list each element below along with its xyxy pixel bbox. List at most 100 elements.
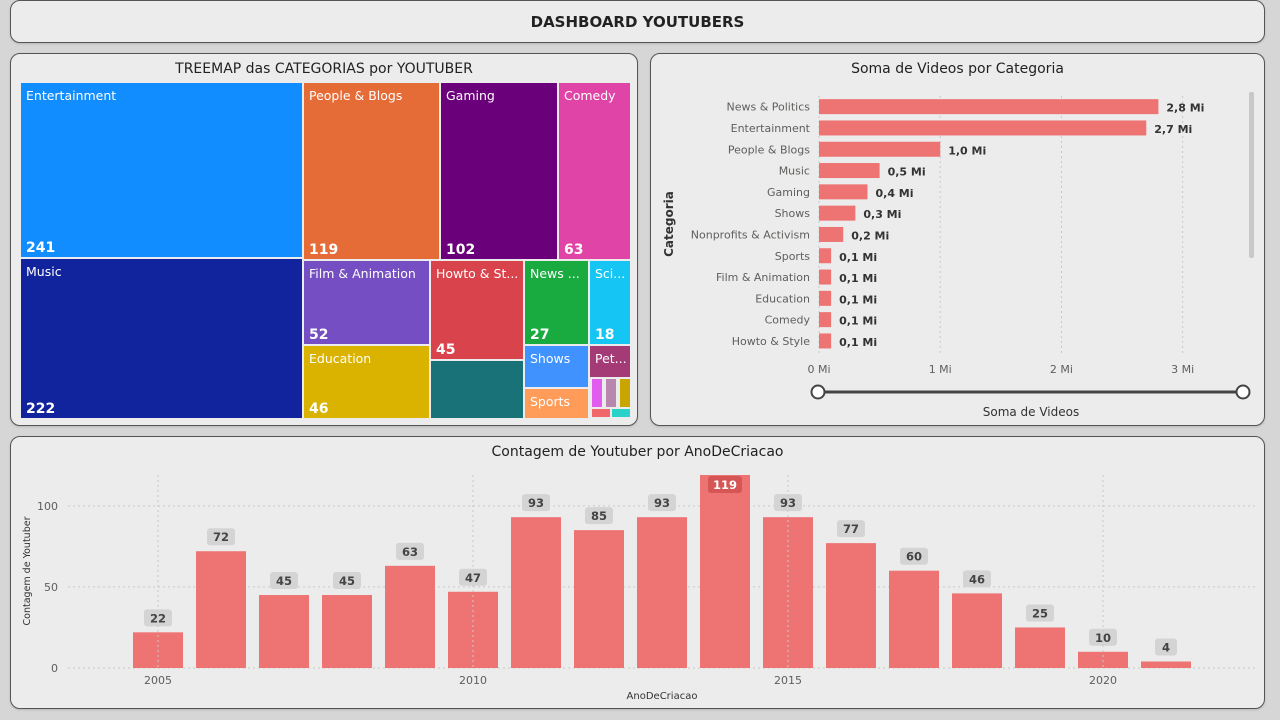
y-tick-label: 100 (37, 500, 58, 513)
x-axis-title: Soma de Videos (983, 405, 1080, 419)
treemap-tile-unlabeled[interactable] (430, 360, 524, 419)
treemap-tile-howto-st[interactable]: Howto & St... 45 (430, 260, 524, 360)
category-label: Education (755, 292, 810, 305)
column-2019[interactable] (1015, 627, 1065, 668)
data-label: 72 (213, 530, 229, 544)
bar-chart-svg[interactable]: 0 Mi 1 Mi 2 Mi 3 Mi News & Politics 2,8 Mi Ent… (651, 54, 1263, 424)
treemap-tile-small[interactable] (591, 408, 611, 418)
treemap-tile-small[interactable] (611, 408, 631, 418)
column-2018[interactable] (952, 593, 1002, 668)
treemap-tile-people-blogs[interactable]: People & Blogs 119 (303, 82, 440, 260)
column-2012[interactable] (574, 530, 624, 668)
column-2011[interactable] (511, 517, 561, 668)
column-2009[interactable] (385, 565, 435, 668)
treemap-tile-label: Howto & St... (436, 266, 519, 281)
treemap-tile-value: 63 (564, 242, 584, 258)
bar-nonprofits-activism[interactable] (819, 226, 844, 242)
x-tick-label: 2010 (459, 674, 487, 687)
category-label: Music (779, 165, 810, 178)
column-2016[interactable] (826, 543, 876, 668)
column-chart-svg[interactable]: 0 50 100 22 72 45 45 63 47 93 85 93 119 93 77 60 46 25 10 4… (11, 437, 1263, 707)
treemap-tile-news[interactable]: News ... 27 (524, 260, 589, 345)
bar-data-label: 0,1 Mi (839, 336, 877, 349)
bar-news-politics[interactable] (819, 99, 1159, 115)
bar-chart-panel[interactable]: Soma de Videos por Categoria 0 Mi 1 Mi 2 M… (650, 53, 1265, 426)
treemap-tile-sports[interactable]: Sports (524, 388, 589, 419)
treemap-tile-label: Education (309, 351, 372, 366)
treemap-tile-pet[interactable]: Pet... (589, 345, 631, 378)
bar-people-blogs[interactable] (819, 141, 941, 157)
treemap-tile-label: Comedy (564, 88, 616, 103)
treemap-tile-value: 18 (595, 327, 615, 343)
treemap-tile-small[interactable] (619, 378, 631, 408)
treemap-tile-value: 46 (309, 401, 329, 417)
treemap-tile-value: 119 (309, 242, 339, 258)
treemap-tile-small[interactable] (591, 378, 603, 408)
treemap-tile-small[interactable] (605, 378, 617, 408)
column-2014[interactable] (700, 475, 750, 668)
category-label: Film & Animation (716, 271, 810, 284)
treemap-tile-label: Gaming (446, 88, 495, 103)
bar-data-label: 0,1 Mi (839, 272, 877, 285)
column-2017[interactable] (889, 570, 939, 668)
x-tick-label: 1 Mi (929, 363, 952, 376)
treemap-tile-value: 52 (309, 327, 329, 343)
treemap-tile-sci[interactable]: Sci... 18 (589, 260, 631, 345)
x-tick-label: 3 Mi (1171, 363, 1194, 376)
treemap-title: TREEMAP das CATEGORIAS por YOUTUBER (175, 61, 473, 77)
column-2007[interactable] (259, 595, 309, 668)
bar-data-label: 2,7 Mi (1154, 123, 1192, 136)
treemap-tile-label: Sci... (595, 266, 626, 281)
data-label: 47 (465, 571, 481, 585)
category-label: Shows (775, 207, 811, 220)
treemap-tile-label: Pet... (595, 351, 627, 366)
treemap-panel[interactable]: TREEMAP das CATEGORIAS por YOUTUBER Ente… (10, 53, 638, 426)
scrollbar[interactable] (1249, 92, 1254, 258)
treemap-tile-label: Sports (530, 394, 571, 409)
column-chart-panel[interactable]: Contagem de Youtuber por AnoDeCriacao 05… (10, 436, 1265, 709)
category-label: Comedy (765, 314, 811, 327)
bar-sports[interactable] (819, 248, 832, 264)
treemap-tile-music[interactable]: Music 222 (20, 258, 303, 419)
range-slider-max-handle[interactable] (1235, 384, 1251, 400)
treemap-tile-education[interactable]: Education 46 (303, 345, 430, 419)
treemap-tile-label: Shows (530, 351, 571, 366)
data-label: 77 (843, 522, 859, 536)
bar-data-label: 1,0 Mi (948, 144, 986, 157)
treemap-tile-shows[interactable]: Shows (524, 345, 589, 388)
treemap-tile-label: People & Blogs (309, 88, 403, 103)
bar-shows[interactable] (819, 205, 856, 221)
bar-music[interactable] (819, 163, 880, 179)
treemap-tile-gaming[interactable]: Gaming 102 (440, 82, 558, 260)
range-slider-min-handle[interactable] (810, 384, 826, 400)
column-2008[interactable] (322, 595, 372, 668)
bar-data-label: 0,4 Mi (875, 187, 913, 200)
treemap-tile-comedy[interactable]: Comedy 63 (558, 82, 631, 260)
category-label: News & Politics (726, 101, 810, 114)
bar-data-label: 0,1 Mi (839, 315, 877, 328)
treemap-tile-label: Music (26, 264, 62, 279)
treemap-tile-film-animation[interactable]: Film & Animation 52 (303, 260, 430, 345)
column-2006[interactable] (196, 551, 246, 668)
column-2013[interactable] (637, 517, 687, 668)
treemap-tile-entertainment[interactable]: Entertainment 241 (20, 82, 303, 258)
bar-entertainment[interactable] (819, 120, 1147, 136)
bar-film-animation[interactable] (819, 269, 832, 285)
x-tick-label: 2015 (774, 674, 802, 687)
bar-howto-style[interactable] (819, 333, 832, 349)
treemap-tile-value: 27 (530, 327, 550, 343)
data-label: 46 (969, 572, 985, 586)
category-label: Nonprofits & Activism (691, 228, 810, 241)
treemap-tile-label: Film & Animation (309, 266, 416, 281)
bar-gaming[interactable] (819, 184, 868, 200)
data-label: 85 (591, 509, 607, 523)
column-2021[interactable] (1141, 661, 1191, 668)
bar-comedy[interactable] (819, 312, 832, 328)
x-tick-label: 2020 (1089, 674, 1117, 687)
data-label: 4 (1162, 641, 1170, 655)
bar-data-label: 0,3 Mi (863, 208, 901, 221)
bar-education[interactable] (819, 290, 832, 306)
dashboard-title: DASHBOARD YOUTUBERS (530, 13, 745, 31)
bar-data-label: 0,1 Mi (839, 293, 877, 306)
x-axis-title: AnoDeCriacao (627, 691, 698, 702)
